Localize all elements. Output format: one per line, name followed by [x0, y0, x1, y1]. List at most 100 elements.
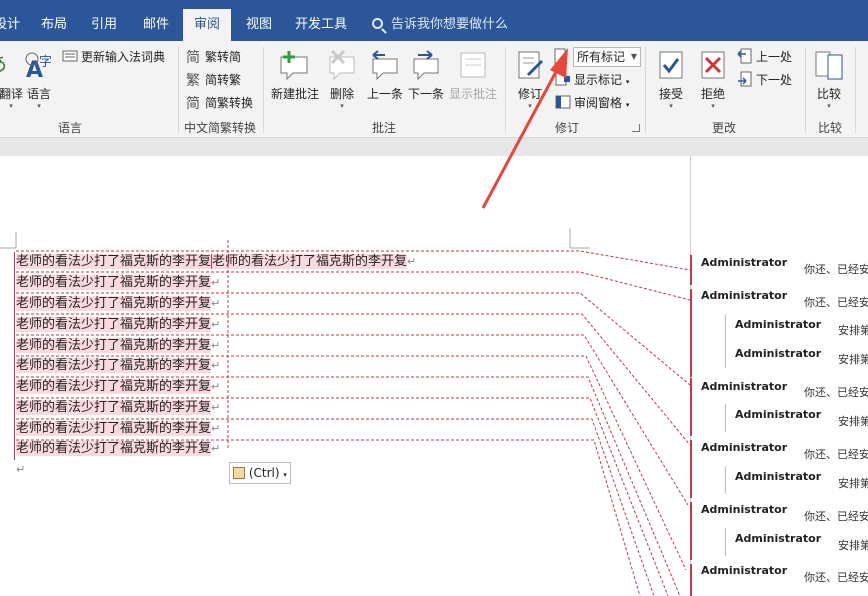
comment-author[interactable]: Administrator — [701, 380, 787, 393]
ruler-gap — [0, 138, 868, 156]
next-comment-icon — [410, 49, 442, 81]
convert-label: 简繁转换 — [205, 96, 254, 110]
convert-icon: 简 — [186, 94, 202, 112]
update-ime-button[interactable]: 更新输入法词典 — [62, 47, 165, 67]
reply-text[interactable]: 安排第 — [838, 351, 868, 367]
group-label-changes: 更改 — [711, 121, 736, 135]
comment-marker — [690, 502, 692, 560]
compare-label: 比较 — [816, 87, 841, 101]
tab-layout[interactable]: 布局 — [30, 9, 78, 41]
previous-change-label: 上一处 — [756, 50, 793, 64]
next-comment-button[interactable]: 下一条 — [405, 49, 447, 102]
delete-comment-icon — [326, 49, 358, 81]
new-comment-label: 新建批注 — [270, 87, 319, 101]
previous-change-icon — [737, 48, 753, 64]
comment-text[interactable]: 你还、已经安 — [804, 294, 868, 310]
comment-text[interactable]: 你还、已经安 — [804, 384, 868, 400]
reply-thread-line — [725, 528, 726, 556]
tab-references[interactable]: 引用 — [80, 9, 128, 41]
translate-button[interactable]: あ 翻译 ▾ — [0, 49, 23, 111]
comment-author[interactable]: Administrator — [701, 503, 787, 516]
new-comment-button[interactable]: 新建批注 — [268, 49, 322, 102]
accept-label: 接受 — [658, 87, 683, 101]
comment-marker — [690, 440, 692, 498]
tab-review[interactable]: 审阅 — [183, 9, 231, 41]
update-ime-label: 更新输入法词典 — [81, 50, 166, 64]
comment-marker — [690, 289, 692, 377]
search-icon — [372, 18, 383, 29]
comment-text[interactable]: 你还、已经安 — [804, 569, 868, 585]
tell-me-placeholder: 告诉我你想要做什么 — [391, 17, 509, 32]
comment-text[interactable]: 你还、已经安 — [804, 446, 868, 462]
next-label: 下一条 — [407, 87, 444, 101]
next-change-button[interactable]: 下一处 — [737, 70, 792, 90]
new-comment-icon — [279, 49, 311, 81]
accept-icon — [655, 49, 687, 81]
accept-button[interactable]: 接受 ▾ — [653, 49, 689, 111]
reply-author[interactable]: Administrator — [735, 347, 821, 360]
svg-text:简: 简 — [186, 49, 200, 64]
tell-me-search[interactable]: 告诉我你想要做什么 — [372, 9, 508, 41]
tab-developer[interactable]: 开发工具 — [288, 9, 354, 41]
comment-marker — [690, 378, 692, 436]
group-label-compare: 比较 — [817, 121, 842, 135]
previous-change-button[interactable]: 上一处 — [737, 47, 792, 67]
reply-author[interactable]: Administrator — [735, 532, 821, 545]
dialog-launcher-icon[interactable] — [632, 124, 640, 132]
reject-icon — [697, 49, 729, 81]
comment-author[interactable]: Administrator — [701, 441, 787, 454]
comment-author[interactable]: Administrator — [701, 564, 787, 577]
reply-thread-line — [725, 404, 726, 432]
reject-button[interactable]: 拒绝 ▾ — [695, 49, 731, 111]
svg-text:字: 字 — [39, 55, 52, 70]
reply-thread-line — [725, 466, 726, 494]
next-change-icon — [737, 71, 753, 87]
dictionary-icon — [62, 48, 78, 64]
compare-icon — [813, 49, 845, 81]
reply-text[interactable]: 安排第 — [838, 413, 868, 429]
reply-text[interactable]: 安排第 — [838, 537, 868, 553]
comment-author[interactable]: Administrator — [701, 289, 787, 302]
reply-thread-line — [725, 314, 726, 368]
chevron-down-icon: ▼ — [630, 52, 637, 61]
reply-author[interactable]: Administrator — [735, 318, 821, 331]
annotation-arrow — [481, 48, 568, 209]
reply-text[interactable]: 安排第 — [838, 322, 868, 338]
group-label-language: 语言 — [57, 121, 82, 135]
reply-author[interactable]: Administrator — [735, 470, 821, 483]
language-label: 语言 — [26, 87, 51, 101]
previous-comment-icon — [369, 49, 401, 81]
comment-marker — [690, 564, 692, 596]
language-button[interactable]: A 字 语言 ▾ — [20, 49, 58, 111]
delete-comment-button[interactable]: 删除 ▾ — [324, 49, 360, 111]
tab-view[interactable]: 视图 — [235, 9, 283, 41]
comment-author[interactable]: Administrator — [701, 256, 787, 269]
comment-marker — [690, 255, 692, 285]
traditional-to-simplified-icon: 简 — [186, 48, 202, 66]
reply-author[interactable]: Administrator — [735, 408, 821, 421]
tab-design[interactable]: 设计 — [0, 9, 22, 41]
next-change-label: 下一处 — [756, 73, 793, 87]
group-label-chinese: 中文简繁转换 — [183, 121, 256, 135]
convert-button[interactable]: 简简繁转换 — [186, 93, 253, 113]
to-traditional-button[interactable]: 繁简转繁 — [186, 70, 241, 90]
to-simplified-label: 繁转简 — [205, 50, 242, 64]
delete-label: 删除 — [329, 87, 354, 101]
translate-icon: あ — [0, 49, 19, 81]
previous-comment-button[interactable]: 上一条 — [364, 49, 406, 102]
comment-text[interactable]: 你还、已经安 — [804, 261, 868, 277]
simplified-to-traditional-icon: 繁 — [186, 71, 202, 89]
language-icon: A 字 — [23, 49, 55, 83]
reply-text[interactable]: 安排第 — [838, 475, 868, 491]
tab-mailings[interactable]: 邮件 — [132, 9, 180, 41]
group-label-comments: 批注 — [371, 121, 396, 135]
svg-text:简: 简 — [186, 95, 200, 110]
to-simplified-button[interactable]: 简繁转简 — [186, 47, 241, 67]
comment-text[interactable]: 你还、已经安 — [804, 508, 868, 524]
ribbon-tab-bar: 设计 布局 引用 邮件 审阅 视图 开发工具 告诉我你想要做什么 — [0, 0, 868, 41]
compare-button[interactable]: 比较 ▾ — [811, 49, 847, 111]
ribbon: あ 翻译 ▾ A 字 语言 ▾ 更新输入法词典 语言 简繁转简 繁简转繁 简简繁… — [0, 41, 868, 138]
svg-text:繁: 繁 — [186, 73, 200, 87]
to-traditional-label: 简转繁 — [205, 73, 242, 87]
reject-label: 拒绝 — [700, 87, 725, 101]
